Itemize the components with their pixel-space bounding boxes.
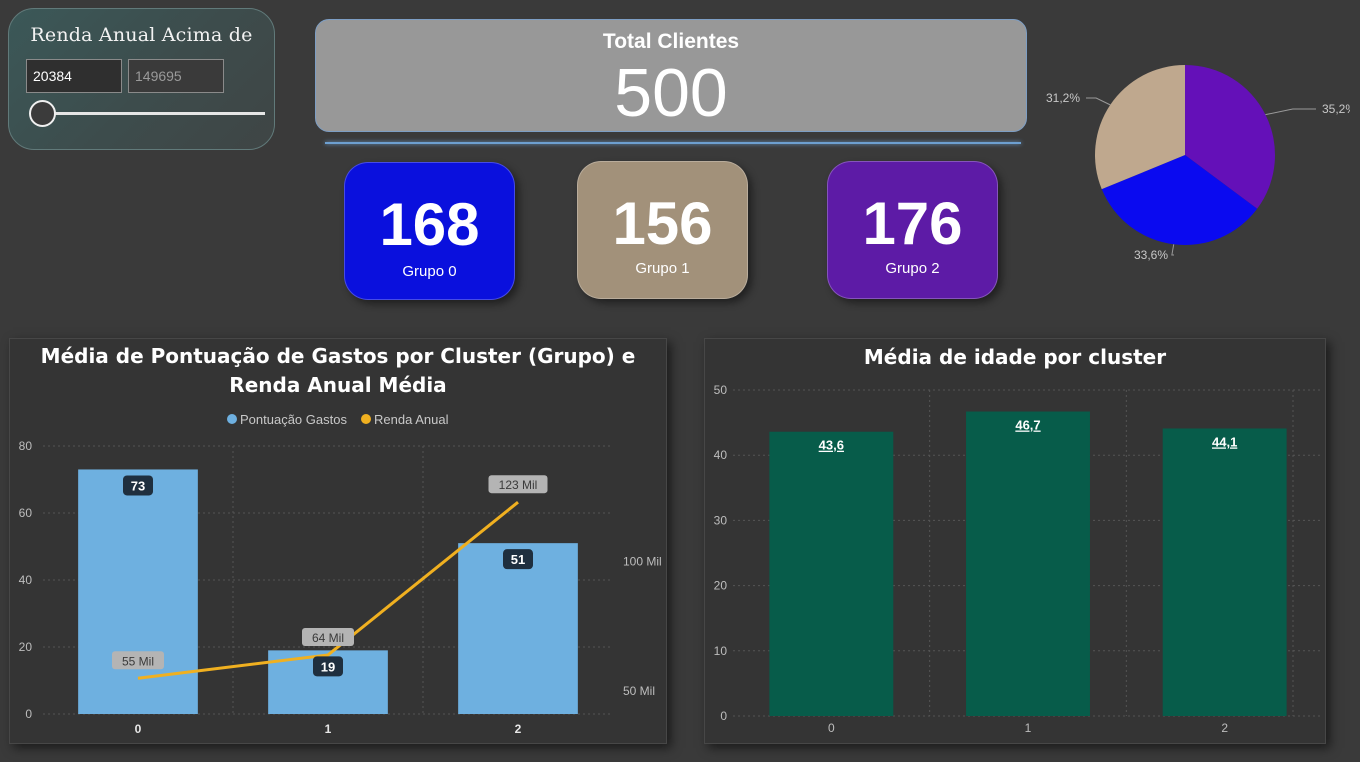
income-slicer: Renda Anual Acima de 20384 149695 xyxy=(8,8,275,150)
bar-data-label: 43,6 xyxy=(819,438,844,453)
bar-average-age[interactable] xyxy=(966,411,1090,716)
group-distribution-pie-chart: 35,2% 33,6% 31,2% xyxy=(1046,65,1350,262)
bar-data-label: 19 xyxy=(321,659,335,674)
slider-track[interactable] xyxy=(43,112,265,115)
y-tick-label: 50 xyxy=(714,383,728,397)
spending-income-chart: Pontuação Gastos Renda Anual 02040608050 … xyxy=(19,412,662,736)
pie-leader-line xyxy=(1265,108,1316,116)
y2-tick-label: 50 Mil xyxy=(623,684,655,698)
x-tick-label: 1 xyxy=(1025,721,1032,735)
y-tick-label: 80 xyxy=(19,439,33,453)
group-1-card: 156 Grupo 1 xyxy=(577,161,748,299)
group-0-count: 168 xyxy=(379,191,480,258)
legend-marker xyxy=(361,414,371,424)
pie-slice-label: 31,2% xyxy=(1046,91,1080,105)
bar-average-age[interactable] xyxy=(769,431,894,716)
slider-handle[interactable] xyxy=(29,100,56,127)
group-1-count: 156 xyxy=(612,190,713,257)
group-2-card: 176 Grupo 2 xyxy=(827,161,998,299)
group-0-card: 168 Grupo 0 xyxy=(344,162,515,300)
slicer-title: Renda Anual Acima de xyxy=(30,24,253,46)
min-income-input[interactable]: 20384 xyxy=(26,59,122,93)
x-tick-label: 2 xyxy=(1221,721,1228,735)
y-tick-label: 0 xyxy=(720,709,727,723)
group-0-label: Grupo 0 xyxy=(402,263,457,280)
group-2-label: Grupo 2 xyxy=(885,260,940,277)
line-data-label: 64 Mil xyxy=(312,631,344,645)
y-tick-label: 40 xyxy=(19,573,33,587)
y-tick-label: 0 xyxy=(25,707,32,721)
pie-slice-label: 35,2% xyxy=(1322,102,1350,116)
y-tick-label: 30 xyxy=(714,513,728,527)
y-tick-label: 20 xyxy=(714,579,728,593)
legend-marker xyxy=(227,414,237,424)
bar-data-label: 46,7 xyxy=(1015,418,1040,433)
age-chart: 0 10 20 30 40 50 0 1 2 43,6 46,7 44,1 xyxy=(714,383,1323,735)
pie-leader-line xyxy=(1086,97,1111,106)
group-2-count: 176 xyxy=(862,190,963,257)
total-clients-label: Total Clientes xyxy=(602,30,740,53)
bar-data-label: 73 xyxy=(131,478,145,493)
bar-data-label: 44,1 xyxy=(1212,434,1237,449)
pie-leader-line xyxy=(1171,244,1175,256)
spending-income-panel: Média de Pontuação de Gastos por Cluster… xyxy=(9,338,667,744)
x-tick-label: 2 xyxy=(515,722,522,736)
y-tick-label: 10 xyxy=(714,644,728,658)
age-panel: Média de idade por cluster 0 10 20 30 40 50 0 1… xyxy=(704,338,1326,744)
total-clients-card: Total Clientes 500 xyxy=(315,19,1027,132)
y2-tick-label: 100 Mil xyxy=(623,555,662,569)
x-tick-label: 0 xyxy=(135,722,142,736)
y-tick-label: 20 xyxy=(19,640,33,654)
y-tick-label: 60 xyxy=(19,506,33,520)
line-data-label: 123 Mil xyxy=(499,478,538,492)
legend-label[interactable]: Renda Anual xyxy=(374,412,449,427)
group-1-label: Grupo 1 xyxy=(635,260,690,277)
divider-line xyxy=(325,142,1021,144)
x-tick-label: 1 xyxy=(325,722,332,736)
pie-slice-label: 33,6% xyxy=(1134,248,1168,262)
legend-label[interactable]: Pontuação Gastos xyxy=(240,412,347,427)
total-clients-value: 500 xyxy=(614,55,728,131)
x-tick-label: 0 xyxy=(828,721,835,735)
line-data-label: 55 Mil xyxy=(122,654,154,668)
y-tick-label: 40 xyxy=(714,448,728,462)
max-income-input[interactable]: 149695 xyxy=(128,59,224,93)
bar-data-label: 51 xyxy=(511,552,525,567)
bar-average-age[interactable] xyxy=(1162,428,1287,716)
